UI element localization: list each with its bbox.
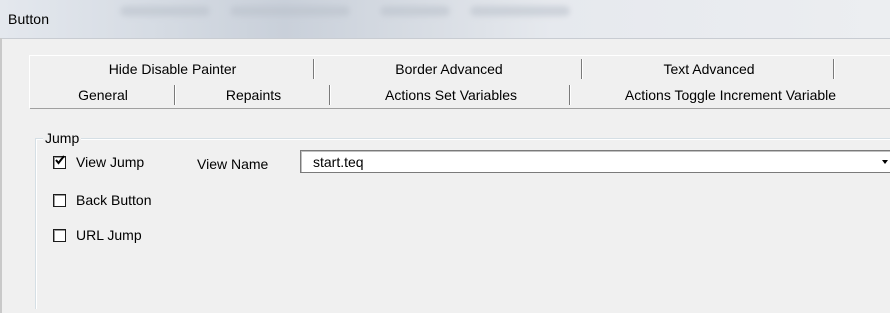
tab-strip: Hide Disable Painter Border Advanced Tex… [30, 56, 890, 108]
tab-hide-disable-painter[interactable]: Hide Disable Painter [30, 56, 315, 82]
tab-general[interactable]: General [30, 82, 176, 108]
tab-repaints[interactable]: Repaints [176, 82, 331, 108]
back-button-checkbox[interactable] [53, 193, 66, 207]
tab-label: Border Advanced [395, 61, 503, 77]
title-bar-blur [470, 6, 570, 16]
view-jump-label: View Jump [76, 154, 145, 170]
url-jump-checkbox[interactable] [53, 228, 66, 242]
check-icon [54, 153, 66, 167]
tab-label: General [78, 87, 128, 103]
tab-border-advanced[interactable]: Border Advanced [315, 56, 583, 82]
view-name-value: start.teq [313, 154, 364, 170]
tab-actions-set-variables[interactable]: Actions Set Variables [331, 82, 571, 108]
back-button-checkbox-row[interactable]: Back Button [53, 190, 152, 210]
url-jump-checkbox-row[interactable]: URL Jump [53, 225, 142, 245]
dropdown-arrow-icon[interactable] [879, 155, 890, 169]
jump-group-title: Jump [43, 130, 82, 146]
view-name-combobox[interactable]: start.teq [300, 150, 890, 173]
title-bar-blur [380, 6, 450, 16]
title-bar-blur [120, 6, 210, 16]
tab-label: Actions Set Variables [384, 87, 518, 103]
tab-actions-toggle-increment-variable[interactable]: Actions Toggle Increment Variable [571, 82, 890, 108]
tab-label: Text Advanced [663, 61, 755, 77]
view-jump-checkbox-row[interactable]: View Jump [53, 152, 144, 172]
window-title: Button [8, 11, 50, 27]
tab-label: Repaints [225, 87, 282, 103]
tab-separator [833, 59, 835, 79]
tab-label: Actions Toggle Increment Variable [624, 87, 837, 103]
tab-text-advanced[interactable]: Text Advanced [583, 56, 835, 82]
button-dialog: Button Hide Disable Painter Border Advan… [0, 0, 890, 313]
url-jump-label: URL Jump [76, 227, 142, 243]
window-left-edge [0, 38, 2, 313]
tab-strip-bottom-border [30, 108, 890, 109]
view-name-label: View Name [197, 156, 269, 172]
title-bar: Button [0, 0, 890, 39]
tab-label: Hide Disable Painter [108, 61, 237, 77]
title-bar-blur [230, 6, 350, 16]
view-jump-checkbox[interactable] [53, 153, 66, 169]
back-button-label: Back Button [76, 192, 152, 208]
